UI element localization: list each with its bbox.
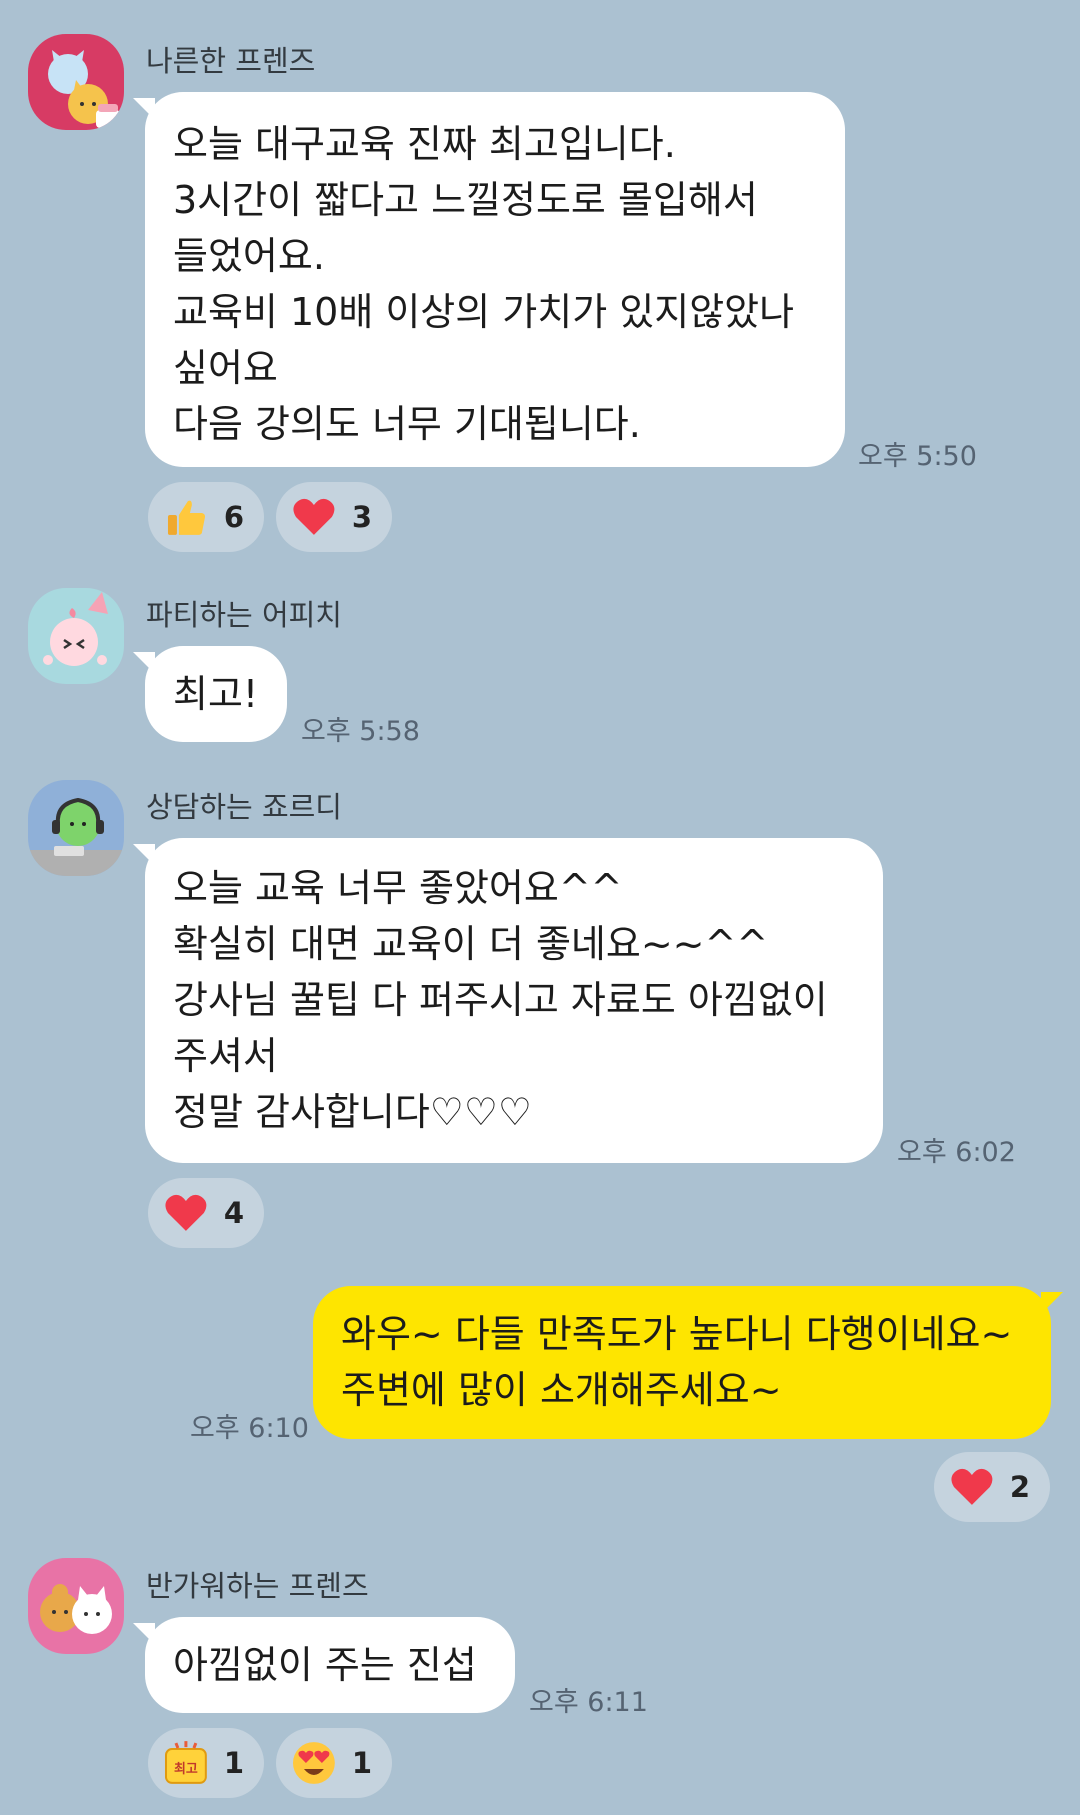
- thumbs-up-icon: [167, 500, 206, 535]
- avatar-welcoming-friends[interactable]: [28, 1558, 124, 1654]
- sender-name: 나른한 프렌즈: [146, 44, 316, 78]
- sender-name: 파티하는 어피치: [146, 598, 342, 632]
- message-time: 오후 6:10: [190, 1413, 309, 1444]
- message-line: 정말 감사합니다♡♡♡: [173, 1090, 532, 1134]
- message-bubble-outgoing[interactable]: 와우~ 다들 만족도가 높다니 다행이네요~ 주변에 많이 소개해주세요~: [313, 1286, 1063, 1439]
- best-sticker-label: 최고: [174, 1762, 198, 1777]
- reaction-count: 2: [1009, 1470, 1030, 1504]
- sender-name: 상담하는 죠르디: [146, 790, 342, 824]
- heart-eyes-emoji-icon: [292, 1742, 335, 1784]
- reaction-count: 3: [351, 500, 372, 534]
- message-line: 싶어요: [173, 346, 278, 390]
- message-line: 들었어요.: [173, 234, 325, 278]
- message-line: 아낌없이 주는 진섭: [173, 1643, 477, 1687]
- reaction-count: 4: [223, 1196, 244, 1230]
- message-bubble[interactable]: 오늘 대구교육 진짜 최고입니다. 3시간이 짧다고 느낄정도로 몰입해서 들었…: [133, 92, 845, 467]
- message-time: 오후 5:58: [301, 716, 420, 747]
- message-bubble[interactable]: 아낌없이 주는 진섭: [133, 1617, 515, 1713]
- avatar-party-apeach[interactable]: [28, 588, 124, 684]
- message-bubble[interactable]: 최고!: [133, 646, 287, 742]
- reaction-heart[interactable]: 3: [276, 482, 392, 552]
- message-line: 와우~ 다들 만족도가 높다니 다행이네요~: [341, 1312, 1013, 1356]
- reaction-heart[interactable]: 4: [148, 1178, 264, 1248]
- best-sticker-icon: 최고: [164, 1741, 207, 1784]
- message-line: 주셔서: [173, 1034, 278, 1078]
- reaction-best-sticker[interactable]: 최고 1: [148, 1728, 264, 1798]
- message-line: 교육비 10배 이상의 가치가 있지않았나: [173, 290, 795, 334]
- avatar-sleepy-friends[interactable]: [28, 34, 124, 130]
- message-bubble[interactable]: 오늘 교육 너무 좋았어요^^ 확실히 대면 교육이 더 좋네요~~^^ 강사님…: [133, 838, 883, 1163]
- heart-icon: [165, 1194, 207, 1231]
- reaction-thumbs-up[interactable]: 6: [148, 482, 264, 552]
- message-line: 확실히 대면 교육이 더 좋네요~~^^: [173, 922, 769, 966]
- reaction-count: 6: [223, 500, 244, 534]
- heart-icon: [293, 498, 335, 535]
- message-time: 오후 6:02: [897, 1137, 1016, 1168]
- message-line: 오늘 대구교육 진짜 최고입니다.: [173, 122, 676, 166]
- message-time: 오후 6:11: [529, 1687, 648, 1718]
- avatar-counseling-jordy[interactable]: [28, 780, 124, 876]
- sender-name: 반가워하는 프렌즈: [146, 1569, 369, 1603]
- reaction-count: 1: [223, 1746, 244, 1780]
- message-line: 오늘 교육 너무 좋았어요^^: [173, 866, 623, 910]
- message-line: 다음 강의도 너무 기대됩니다.: [173, 402, 641, 446]
- reaction-count: 1: [351, 1746, 372, 1780]
- reaction-heart-eyes[interactable]: 1: [276, 1728, 392, 1798]
- reaction-heart[interactable]: 2: [934, 1452, 1050, 1522]
- message-line: 최고!: [173, 672, 259, 716]
- message-line: 주변에 많이 소개해주세요~: [341, 1368, 782, 1412]
- message-line: 3시간이 짧다고 느낄정도로 몰입해서: [173, 178, 758, 222]
- message-line: 강사님 꿀팁 다 퍼주시고 자료도 아낌없이: [173, 978, 828, 1022]
- heart-icon: [951, 1468, 993, 1505]
- message-time: 오후 5:50: [858, 441, 977, 472]
